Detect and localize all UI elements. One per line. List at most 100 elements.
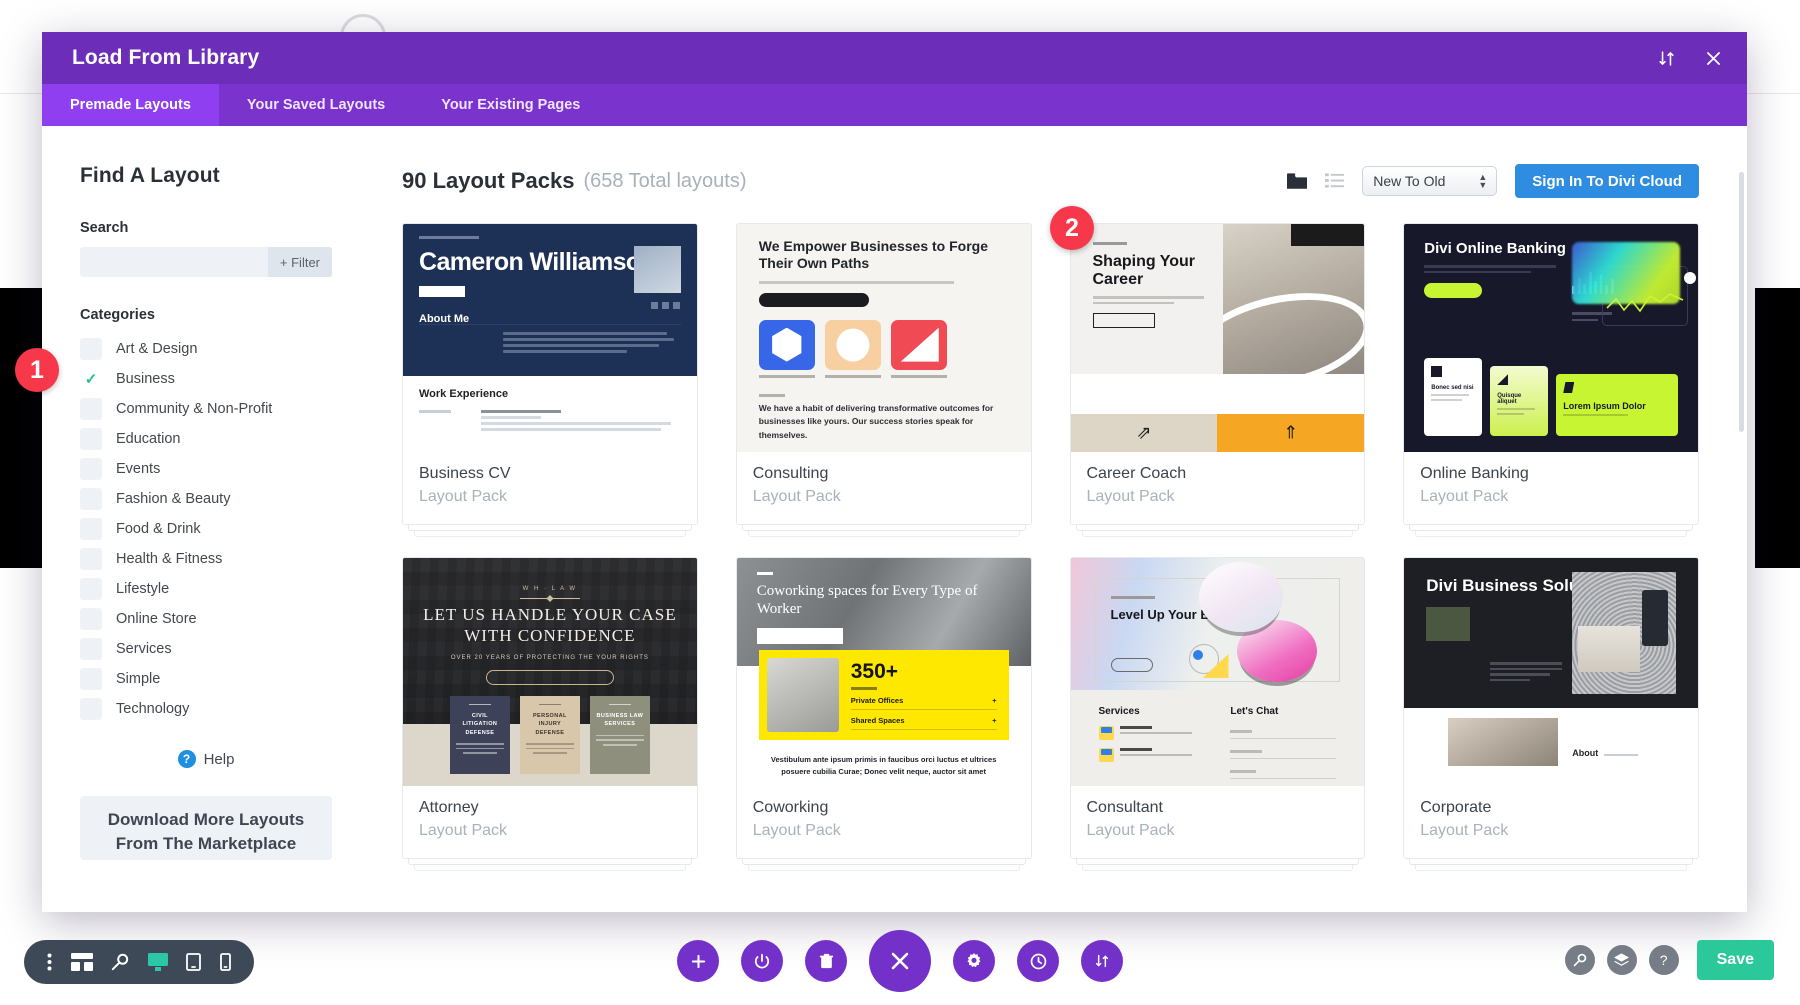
category-label: Fashion & Beauty xyxy=(116,491,231,507)
checkbox-simple[interactable]: ✓ xyxy=(80,668,102,690)
category-community-nonprofit[interactable]: ✓ Community & Non-Profit xyxy=(80,394,332,424)
modal-scrollbar[interactable] xyxy=(1739,172,1744,432)
tab-your-existing-pages[interactable]: Your Existing Pages xyxy=(413,84,608,126)
category-health-fitness[interactable]: ✓ Health & Fitness xyxy=(80,544,332,574)
thumb-text: Shared Spaces xyxy=(850,716,905,725)
categories-label: Categories xyxy=(80,307,155,323)
card-thumbnail-consultant: Level Up Your Business Services Let's Ch… xyxy=(1070,558,1365,786)
total-layouts-count: (658 Total layouts) xyxy=(583,169,747,192)
category-education[interactable]: ✓ Education xyxy=(80,424,332,454)
category-events[interactable]: ✓ Events xyxy=(80,454,332,484)
list-view-icon[interactable] xyxy=(1325,173,1345,189)
card-subtitle: Layout Pack xyxy=(1420,488,1509,505)
card-thumbnail-attorney: W H · L A W LET US HANDLE YOUR CASE WITH… xyxy=(403,558,697,786)
card-thumbnail-coworking: Coworking spaces for Every Type of Worke… xyxy=(736,558,1031,786)
annotation-badge-1: 1 xyxy=(15,348,59,392)
modal-title: Load From Library xyxy=(72,46,260,69)
layout-pack-card[interactable]: Cameron Williamson About Me Work Experie… xyxy=(402,223,698,537)
checkbox-business[interactable]: ✓ xyxy=(80,368,102,390)
layout-packs-grid: Cameron Williamson About Me Work Experie… xyxy=(402,223,1699,871)
checkbox-services[interactable]: ✓ xyxy=(80,638,102,660)
close-builder-icon[interactable] xyxy=(869,930,931,992)
page-dark-band-right xyxy=(1755,288,1800,568)
tab-premade-layouts[interactable]: Premade Layouts xyxy=(42,84,219,126)
category-fashion-beauty[interactable]: ✓ Fashion & Beauty xyxy=(80,484,332,514)
card-subtitle: Layout Pack xyxy=(1086,488,1175,505)
layout-packs-header: 90 Layout Packs (658 Total layouts) New … xyxy=(402,161,1699,201)
category-services[interactable]: ✓ Services xyxy=(80,634,332,664)
checkbox-online-store[interactable]: ✓ xyxy=(80,608,102,630)
filter-button[interactable]: + Filter xyxy=(267,247,332,277)
checkbox-lifestyle[interactable]: ✓ xyxy=(80,578,102,600)
sort-toggle-icon[interactable] xyxy=(1657,49,1676,68)
layout-pack-card[interactable]: Divi Business Solutions About Corporate … xyxy=(1403,557,1699,871)
category-lifestyle[interactable]: ✓ Lifestyle xyxy=(80,574,332,604)
thumb-text: 350+ xyxy=(850,660,899,683)
search-icon[interactable] xyxy=(1564,945,1595,975)
card-title: Consulting xyxy=(752,465,829,482)
thumb-text: Private Offices xyxy=(850,696,904,705)
category-label: Health & Fitness xyxy=(116,551,223,567)
category-label: Art & Design xyxy=(116,341,198,357)
history-clock-icon[interactable] xyxy=(1017,940,1059,982)
card-subtitle: Layout Pack xyxy=(1086,822,1175,839)
category-label: Technology xyxy=(116,701,190,717)
category-simple[interactable]: ✓ Simple xyxy=(80,664,332,694)
modal-tabs: Premade Layouts Your Saved Layouts Your … xyxy=(42,84,1747,126)
find-a-layout-sidebar: Find A Layout Search + Filter Categories… xyxy=(42,126,372,912)
category-label: Online Store xyxy=(116,611,197,627)
card-title: Attorney xyxy=(419,799,479,816)
checkbox-events[interactable]: ✓ xyxy=(80,458,102,480)
checkbox-fashion-beauty[interactable]: ✓ xyxy=(80,488,102,510)
card-subtitle: Layout Pack xyxy=(419,488,508,505)
sort-order-select[interactable]: New To Old ▲ ▼ xyxy=(1362,166,1498,196)
category-food-drink[interactable]: ✓ Food & Drink xyxy=(80,514,332,544)
search-field-wrapper: + Filter xyxy=(80,247,332,277)
checkbox-technology[interactable]: ✓ xyxy=(80,698,102,720)
layout-pack-card[interactable]: Divi Online Banking Bonec sed nisi Quisq… xyxy=(1403,223,1699,537)
layout-pack-card[interactable]: Shaping Your Career ⇗ ⇑ Career Coach Lay… xyxy=(1069,223,1366,537)
category-online-store[interactable]: ✓ Online Store xyxy=(80,604,332,634)
sign-in-divi-cloud-button[interactable]: Sign In To Divi Cloud xyxy=(1515,164,1699,198)
card-thumbnail-corporate: Divi Business Solutions About xyxy=(1404,558,1698,786)
category-art-design[interactable]: ✓ Art & Design xyxy=(80,334,332,364)
power-toggle-icon[interactable] xyxy=(741,940,783,982)
add-section-icon[interactable] xyxy=(677,940,719,982)
load-library-icon[interactable] xyxy=(1081,940,1123,982)
save-button[interactable]: Save xyxy=(1696,940,1774,980)
checkbox-community-nonprofit[interactable]: ✓ xyxy=(80,398,102,420)
modal-body: Find A Layout Search + Filter Categories… xyxy=(42,126,1747,912)
checkbox-art-design[interactable]: ✓ xyxy=(80,338,102,360)
layout-pack-card[interactable]: Coworking spaces for Every Type of Worke… xyxy=(735,557,1032,871)
marketplace-line-2: From The Marketplace xyxy=(115,834,297,853)
marketplace-promo[interactable]: Download More Layouts From The Marketpla… xyxy=(80,796,332,860)
thumb-text: We Empower Businesses to Forge Their Own… xyxy=(758,238,988,272)
category-business[interactable]: ✓ Business xyxy=(80,364,332,394)
layout-pack-card[interactable]: W H · L A W LET US HANDLE YOUR CASE WITH… xyxy=(402,557,698,871)
checkbox-food-drink[interactable]: ✓ xyxy=(80,518,102,540)
tab-your-saved-layouts[interactable]: Your Saved Layouts xyxy=(219,84,413,126)
builder-right-toolbar: ? Save xyxy=(1564,940,1774,980)
thumb-text: We have a habit of delivering transforma… xyxy=(758,402,994,440)
close-icon[interactable] xyxy=(1704,49,1723,68)
card-subtitle: Layout Pack xyxy=(752,822,841,839)
card-title: Corporate xyxy=(1420,799,1492,816)
checkbox-health-fitness[interactable]: ✓ xyxy=(80,548,102,570)
folder-view-icon[interactable] xyxy=(1287,172,1308,190)
search-label: Search xyxy=(80,220,129,236)
help-icon[interactable]: ? xyxy=(1648,945,1679,975)
category-technology[interactable]: ✓ Technology xyxy=(80,694,332,724)
layout-pack-card[interactable]: Level Up Your Business Services Let's Ch… xyxy=(1069,557,1366,871)
check-icon: ✓ xyxy=(84,370,98,388)
thumb-text: Work Experience xyxy=(419,388,509,400)
thumb-text: Lorem Ipsum Dolor xyxy=(1563,401,1646,411)
sort-order-value: New To Old xyxy=(1373,173,1446,189)
layout-pack-card[interactable]: We Empower Businesses to Forge Their Own… xyxy=(735,223,1032,537)
layers-icon[interactable] xyxy=(1606,945,1637,975)
trash-icon[interactable] xyxy=(805,940,847,982)
category-label: Business xyxy=(116,371,175,387)
thumb-text: About xyxy=(1572,748,1599,758)
checkbox-education[interactable]: ✓ xyxy=(80,428,102,450)
settings-gear-icon[interactable] xyxy=(953,940,995,982)
help-link[interactable]: ? Help xyxy=(80,750,332,768)
